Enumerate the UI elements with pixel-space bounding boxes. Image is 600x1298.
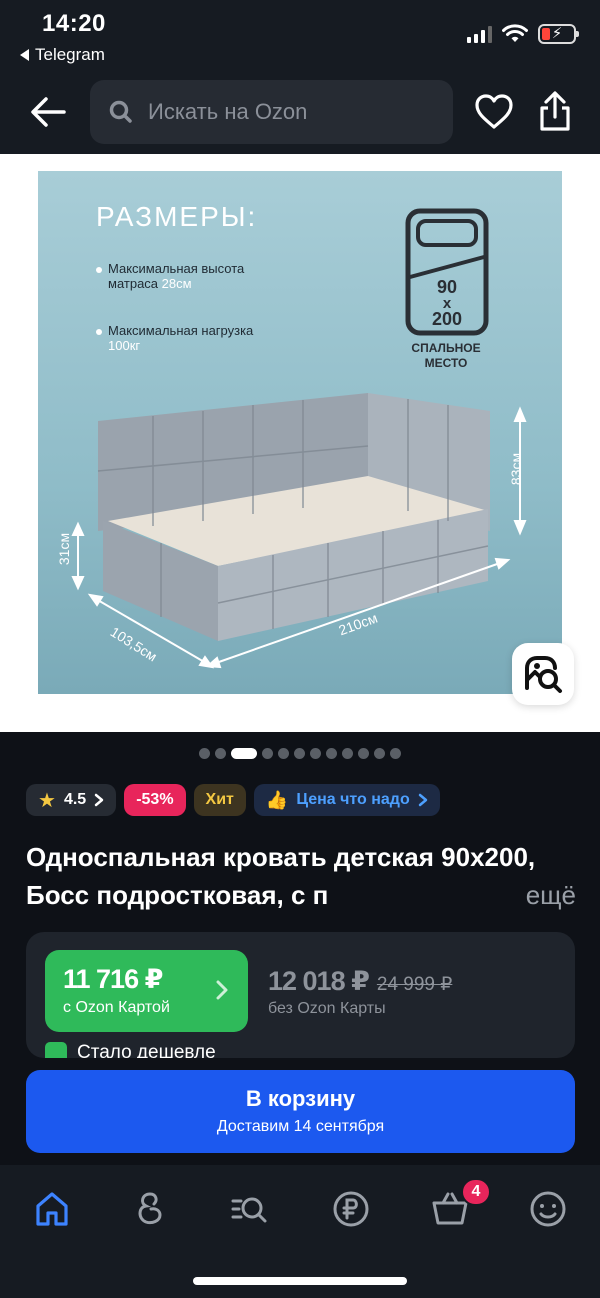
ozon-card-price-button[interactable]: 11 716 ₽ с Ozon Картой — [45, 950, 248, 1032]
regular-price: 12 018 ₽ — [268, 966, 370, 996]
back-to-app-link[interactable]: Telegram — [20, 45, 105, 65]
star-icon: ★ — [38, 789, 56, 812]
regular-price-label: без Ozon Карты — [268, 1000, 386, 1017]
ruble-icon — [333, 1191, 369, 1227]
pagination-dot[interactable] — [326, 748, 337, 759]
pagination-dot[interactable] — [310, 748, 321, 759]
chevron-right-icon — [216, 980, 228, 1000]
pagination-dot[interactable] — [374, 748, 385, 759]
back-triangle-icon — [20, 49, 29, 61]
status-bar: 14:20 Telegram ⚡ — [0, 0, 600, 72]
product-image[interactable]: РАЗМЕРЫ: Максимальная высота матраса 28с… — [38, 171, 562, 694]
product-title: Односпальная кровать детская 90х200, Бос… — [26, 842, 536, 910]
tab-profile[interactable] — [524, 1185, 572, 1233]
arrow-left-icon — [31, 97, 66, 127]
price-drop-label: Стало дешевле — [77, 1042, 216, 1058]
hit-badge: Хит — [193, 784, 246, 816]
pagination-dot[interactable] — [278, 748, 289, 759]
bed-illustration — [71, 393, 527, 669]
tab-fresh[interactable] — [126, 1185, 174, 1233]
thumbs-up-icon: 👍 — [265, 789, 289, 810]
pagination-dot[interactable] — [358, 748, 369, 759]
visual-search-button[interactable] — [512, 643, 574, 705]
wifi-icon — [502, 24, 528, 42]
discount-badge: -53% — [124, 784, 186, 816]
pagination-dot[interactable] — [215, 748, 226, 759]
add-to-cart-button[interactable]: В корзину Доставим 14 сентября — [26, 1070, 575, 1153]
favorite-button[interactable] — [474, 92, 514, 132]
price-drop-icon — [45, 1042, 67, 1058]
share-icon — [540, 91, 570, 131]
good-price-badge[interactable]: 👍 Цена что надо — [253, 784, 440, 816]
search-placeholder: Искать на Ozon — [148, 99, 308, 124]
heart-icon — [475, 94, 513, 129]
pagination-dot[interactable] — [199, 748, 210, 759]
ozon-card-price: 11 716 ₽ — [63, 964, 163, 994]
tab-home[interactable] — [28, 1185, 76, 1233]
delivery-date-label: Доставим 14 сентября — [216, 1118, 385, 1135]
price-card: 11 716 ₽ с Ozon Картой 12 018 ₽ 24 999 ₽… — [26, 932, 575, 1058]
add-to-cart-label: В корзину — [245, 1086, 356, 1111]
pagination-dot-active[interactable] — [231, 748, 257, 759]
pagination-dot[interactable] — [262, 748, 273, 759]
app-header: Искать на Ozon — [0, 72, 600, 154]
image-search-icon — [525, 656, 562, 693]
dim-height-label: 83см — [508, 452, 525, 486]
back-app-label: Telegram — [35, 45, 105, 64]
product-badges: ★ 4.5 -53% Хит 👍 Цена что надо — [26, 784, 440, 816]
back-button[interactable] — [26, 90, 70, 134]
search-icon — [109, 100, 132, 123]
ozon-card-label: с Ozon Картой — [63, 999, 170, 1016]
cart-count-badge: 4 — [461, 1178, 491, 1206]
tab-finance[interactable] — [327, 1185, 375, 1233]
price-drop-row[interactable]: Стало дешевле — [45, 1042, 216, 1058]
pagination-dot[interactable] — [390, 748, 401, 759]
search-input[interactable]: Искать на Ozon — [90, 80, 453, 144]
home-icon — [36, 1192, 68, 1226]
cellular-signal-icon — [467, 25, 492, 43]
share-button[interactable] — [536, 90, 574, 132]
status-icons: ⚡ — [467, 24, 579, 44]
rating-badge[interactable]: ★ 4.5 — [26, 784, 117, 816]
title-more-link[interactable]: ещё — [465, 876, 576, 914]
rating-value: 4.5 — [63, 791, 87, 808]
product-title-block: Односпальная кровать детская 90х200, Бос… — [26, 838, 576, 914]
chevron-right-icon — [94, 793, 104, 807]
profile-smile-icon — [530, 1191, 566, 1227]
tab-catalog[interactable] — [225, 1185, 273, 1233]
gallery-pagination — [0, 748, 600, 759]
dim-side-label: 31см — [56, 532, 73, 566]
chevron-right-icon — [418, 793, 427, 807]
pagination-dot[interactable] — [294, 748, 305, 759]
home-indicator — [193, 1277, 407, 1285]
cta-bar: В корзину Доставим 14 сентября — [0, 1058, 600, 1165]
fresh-icon — [138, 1192, 162, 1225]
regular-price-block: 12 018 ₽ 24 999 ₽ — [268, 966, 452, 997]
status-time: 14:20 — [42, 10, 106, 37]
pagination-dot[interactable] — [342, 748, 353, 759]
catalog-search-icon — [231, 1197, 267, 1223]
product-gallery[interactable]: РАЗМЕРЫ: Максимальная высота матраса 28с… — [0, 154, 600, 732]
old-price: 24 999 ₽ — [376, 974, 453, 995]
good-price-label: Цена что надо — [296, 791, 410, 808]
battery-icon: ⚡ — [538, 24, 579, 44]
